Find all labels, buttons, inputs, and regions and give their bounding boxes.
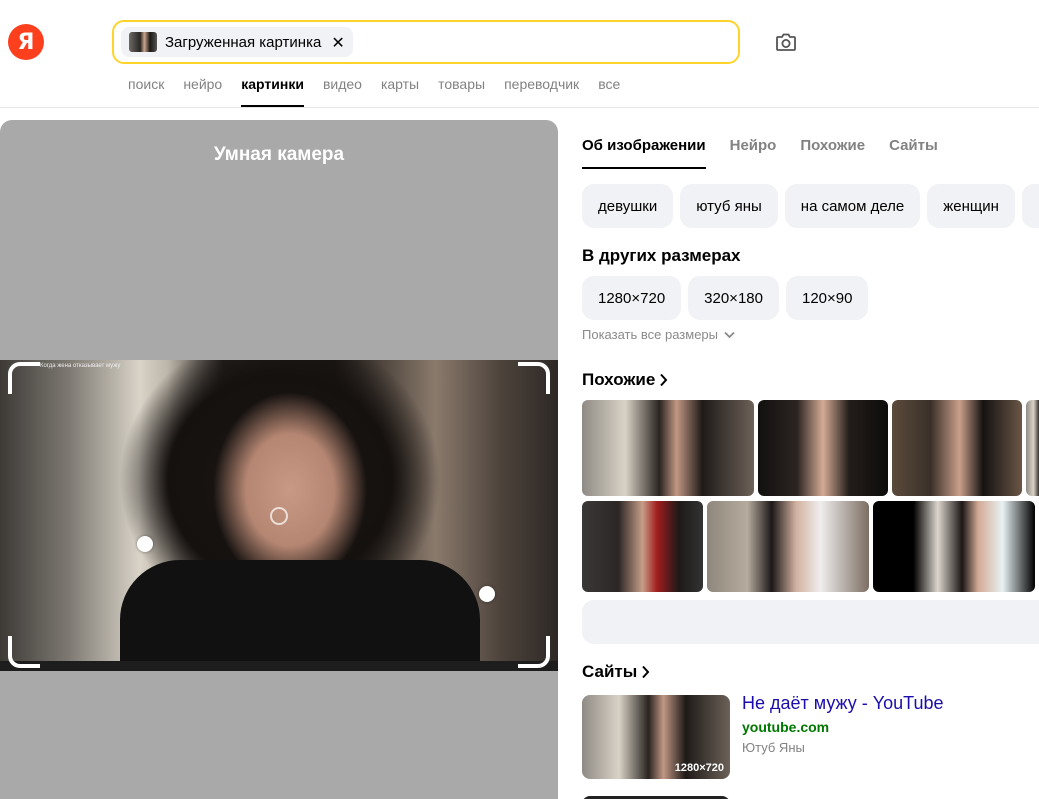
tag-pill[interactable]: женщин bbox=[927, 184, 1015, 228]
tab-sites[interactable]: Сайты bbox=[889, 137, 938, 170]
camera-search-icon[interactable] bbox=[772, 28, 800, 56]
tag-pill[interactable]: девушки bbox=[582, 184, 674, 228]
similar-image[interactable] bbox=[873, 501, 1035, 592]
crop-handle-top-right[interactable] bbox=[518, 362, 550, 394]
similar-image[interactable] bbox=[582, 400, 754, 496]
similar-image[interactable] bbox=[707, 501, 869, 592]
tab-similar[interactable]: Похожие bbox=[800, 137, 865, 170]
size-option[interactable]: 120×90 bbox=[785, 276, 869, 320]
size-options: 1280×720 320×180 120×90 bbox=[582, 276, 869, 320]
yandex-logo[interactable]: Я bbox=[8, 24, 44, 60]
sizes-title: В других размерах bbox=[582, 246, 741, 266]
video-caption: Когда жена отказывает мужу bbox=[40, 363, 121, 369]
chevron-right-icon bbox=[642, 665, 650, 679]
tab-video[interactable]: видео bbox=[323, 76, 362, 106]
uploaded-image-thumbnail bbox=[129, 32, 157, 52]
object-hotspot[interactable] bbox=[479, 586, 495, 602]
site-result-resolution: 1280×720 bbox=[674, 762, 724, 774]
tab-neuro[interactable]: нейро bbox=[183, 76, 222, 106]
tag-pills: девушки ютуб яны на самом деле женщин bbox=[582, 184, 1039, 228]
sites-title-text: Сайты bbox=[582, 662, 638, 681]
similar-image[interactable] bbox=[1026, 400, 1039, 496]
search-tabs: поиск нейро картинки видео карты товары … bbox=[128, 76, 639, 107]
tag-pill[interactable]: ютуб яны bbox=[680, 184, 778, 228]
tab-about-image[interactable]: Об изображении bbox=[582, 137, 706, 170]
similar-title[interactable]: Похожие bbox=[582, 370, 668, 390]
tag-pill[interactable] bbox=[1021, 184, 1039, 228]
tag-pill[interactable]: на самом деле bbox=[784, 184, 921, 228]
smart-camera-panel: Умная камера Когда жена отказывает мужу bbox=[0, 120, 558, 799]
tab-all[interactable]: все bbox=[598, 76, 620, 106]
site-result-url[interactable]: youtube.com bbox=[742, 719, 829, 735]
photo-shirt bbox=[120, 560, 480, 671]
crop-handle-bottom-left[interactable] bbox=[8, 636, 40, 668]
sizes-title-text: В других размерах bbox=[582, 246, 741, 265]
similar-image[interactable] bbox=[758, 400, 888, 496]
tab-search[interactable]: поиск bbox=[128, 76, 164, 106]
site-result-description: Ютуб Яны bbox=[742, 740, 805, 755]
play-icon bbox=[270, 507, 288, 525]
site-result-title[interactable]: Не даёт мужу - YouTube bbox=[742, 693, 944, 714]
tab-neuro[interactable]: Нейро bbox=[730, 137, 777, 170]
header: Я Загруженная картинка ✕ поиск нейро кар… bbox=[0, 0, 1039, 108]
uploaded-image-label: Загруженная картинка bbox=[165, 33, 322, 51]
similar-image[interactable] bbox=[892, 400, 1022, 496]
show-all-sizes-label: Показать все размеры bbox=[582, 327, 718, 342]
tab-images[interactable]: картинки bbox=[241, 76, 304, 107]
size-option[interactable]: 320×180 bbox=[688, 276, 779, 320]
object-hotspot[interactable] bbox=[137, 536, 153, 552]
chevron-right-icon bbox=[660, 373, 668, 387]
show-all-sizes-link[interactable]: Показать все размеры bbox=[582, 327, 735, 342]
similar-image[interactable] bbox=[582, 501, 703, 592]
details-tabs: Об изображении Нейро Похожие Сайты bbox=[582, 137, 962, 170]
similar-title-text: Похожие bbox=[582, 370, 656, 389]
size-option[interactable]: 1280×720 bbox=[582, 276, 682, 320]
tab-maps[interactable]: карты bbox=[381, 76, 419, 106]
crop-handle-top-left[interactable] bbox=[8, 362, 40, 394]
image-details-panel: Об изображении Нейро Похожие Сайты девуш… bbox=[570, 120, 1039, 799]
tab-translator[interactable]: переводчик bbox=[504, 76, 579, 106]
site-result-thumbnail[interactable]: 1280×720 bbox=[582, 695, 730, 779]
chevron-down-icon bbox=[724, 331, 735, 338]
uploaded-image-chip[interactable]: Загруженная картинка ✕ bbox=[121, 27, 353, 57]
similar-more-button[interactable] bbox=[582, 600, 1039, 644]
smart-camera-title: Умная камера bbox=[213, 144, 345, 165]
sites-title[interactable]: Сайты bbox=[582, 662, 650, 682]
search-box[interactable]: Загруженная картинка ✕ bbox=[112, 20, 740, 64]
crop-handle-bottom-right[interactable] bbox=[518, 636, 550, 668]
video-controls-bar bbox=[0, 661, 558, 671]
close-icon[interactable]: ✕ bbox=[331, 33, 344, 52]
tab-goods[interactable]: товары bbox=[438, 76, 485, 106]
